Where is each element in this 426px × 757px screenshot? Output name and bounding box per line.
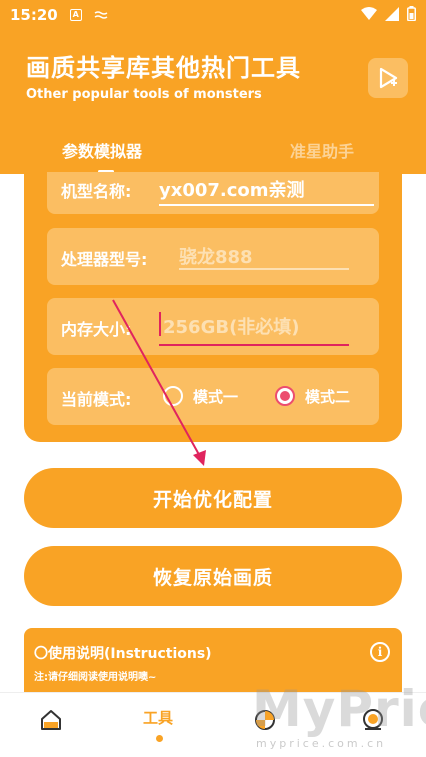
instructions-note: 注:请仔细阅读使用说明噢~ [34, 672, 157, 683]
start-optimize-button[interactable]: 开始优化配置 [24, 468, 402, 528]
home-icon [41, 710, 61, 730]
watermark-url: myprice.com.cn [256, 737, 387, 750]
nav-active-dot [156, 735, 163, 742]
info-icon[interactable]: i [370, 642, 390, 662]
nav-home[interactable] [38, 707, 78, 747]
instructions-title: 〇使用说明(Instructions) [34, 646, 212, 662]
restore-quality-button[interactable]: 恢复原始画质 [24, 546, 402, 606]
watermark-logo: MyPrice [252, 680, 426, 738]
nav-tools[interactable]: 工具 [143, 707, 173, 728]
